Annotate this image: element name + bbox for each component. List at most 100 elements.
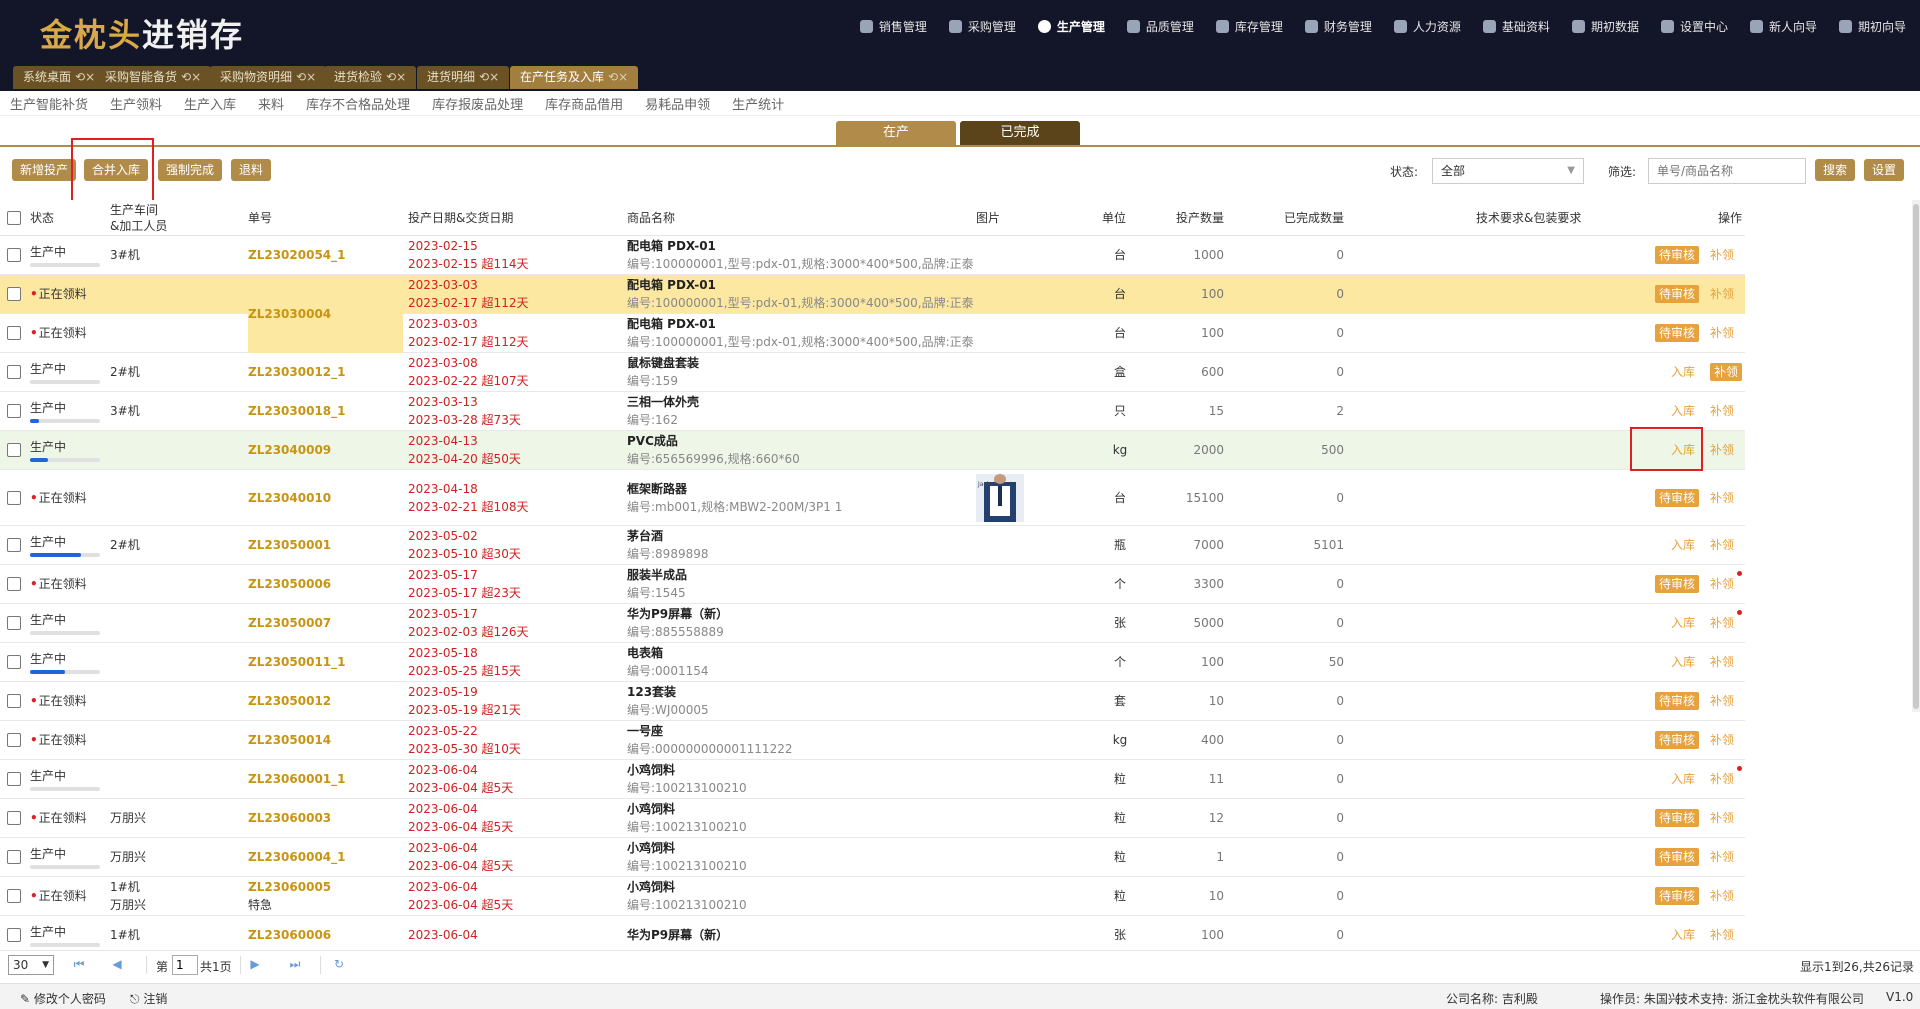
- first-page-icon[interactable]: ⏮: [72, 957, 86, 971]
- op-primary-button[interactable]: 入库: [1671, 926, 1695, 944]
- search-button[interactable]: 搜索: [1815, 159, 1856, 181]
- order-number-link[interactable]: ZL23050011_1: [248, 653, 346, 671]
- row-checkbox[interactable]: [7, 850, 21, 864]
- op-primary-button[interactable]: 待审核: [1655, 285, 1700, 303]
- search-input[interactable]: [1648, 158, 1806, 184]
- submenu-item-0[interactable]: 生产智能补货: [10, 94, 88, 113]
- order-number-link[interactable]: ZL23050014: [248, 731, 331, 749]
- op-primary-button[interactable]: 待审核: [1655, 575, 1700, 593]
- reissue-button[interactable]: 补领: [1710, 770, 1734, 788]
- page-number-input[interactable]: [172, 955, 198, 975]
- order-number-link[interactable]: ZL23060006: [248, 926, 331, 944]
- order-number-link[interactable]: ZL23060005: [248, 878, 331, 896]
- return-material-button[interactable]: 退料: [231, 159, 272, 181]
- reissue-button[interactable]: 补领: [1710, 285, 1734, 303]
- reissue-button[interactable]: 补领: [1710, 489, 1734, 507]
- op-primary-button[interactable]: 入库: [1671, 653, 1695, 671]
- op-primary-button[interactable]: 待审核: [1655, 488, 1700, 507]
- order-number-link[interactable]: ZL23050007: [248, 614, 331, 632]
- tab-2[interactable]: 采购物资明细 ⟲×: [210, 66, 327, 89]
- logout-link[interactable]: ⎋ 注销: [130, 990, 167, 1007]
- reissue-button[interactable]: 补领: [1710, 575, 1734, 593]
- submenu-item-6[interactable]: 库存商品借用: [545, 94, 623, 113]
- row-checkbox[interactable]: [7, 694, 21, 708]
- close-icon[interactable]: ⟲×: [479, 70, 499, 84]
- order-number-link[interactable]: ZL23030012_1: [248, 363, 346, 381]
- op-primary-button[interactable]: 待审核: [1655, 731, 1700, 749]
- next-page-icon[interactable]: ▶: [248, 957, 262, 971]
- topnav-item-7[interactable]: 基础资料: [1482, 18, 1550, 35]
- tab-1[interactable]: 采购智能备货 ⟲×: [95, 66, 212, 89]
- reissue-button[interactable]: 补领: [1710, 809, 1734, 827]
- order-number-link[interactable]: ZL23020054_1: [248, 246, 346, 264]
- op-primary-button[interactable]: 入库: [1671, 441, 1695, 459]
- op-primary-button[interactable]: 入库: [1671, 363, 1695, 381]
- order-number-link[interactable]: ZL23030004: [248, 305, 403, 323]
- order-number-link[interactable]: ZL23050006: [248, 575, 331, 593]
- prev-page-icon[interactable]: ◀: [110, 957, 124, 971]
- reissue-button[interactable]: 补领: [1710, 653, 1734, 671]
- page-size-select[interactable]: 30 ▼: [8, 955, 54, 975]
- reissue-button[interactable]: 补领: [1710, 887, 1734, 905]
- topnav-item-2[interactable]: 生产管理: [1037, 18, 1105, 35]
- reissue-button[interactable]: 补领: [1710, 692, 1734, 710]
- op-primary-button[interactable]: 入库: [1671, 402, 1695, 420]
- change-password-link[interactable]: ✎ 修改个人密码: [20, 990, 106, 1007]
- reissue-button[interactable]: 补领: [1710, 324, 1734, 342]
- topnav-item-5[interactable]: 财务管理: [1304, 18, 1372, 35]
- submenu-item-3[interactable]: 来料: [258, 94, 284, 113]
- topnav-item-6[interactable]: 人力资源: [1393, 18, 1461, 35]
- row-checkbox[interactable]: [7, 443, 21, 457]
- submenu-item-5[interactable]: 库存报废品处理: [432, 94, 523, 113]
- row-checkbox[interactable]: [7, 928, 21, 942]
- submenu-item-2[interactable]: 生产入库: [184, 94, 236, 113]
- order-number-link[interactable]: ZL23030018_1: [248, 402, 346, 420]
- op-primary-button[interactable]: 待审核: [1655, 246, 1700, 264]
- reissue-button[interactable]: 补领: [1710, 536, 1734, 554]
- reissue-button[interactable]: 补领: [1710, 731, 1734, 749]
- submenu-item-4[interactable]: 库存不合格品处理: [306, 94, 410, 113]
- reissue-button[interactable]: 补领: [1710, 246, 1734, 264]
- reissue-button[interactable]: 补领: [1710, 926, 1734, 944]
- row-checkbox[interactable]: [7, 811, 21, 825]
- tab-4[interactable]: 进货明细 ⟲×: [417, 66, 510, 89]
- op-primary-button[interactable]: 待审核: [1655, 692, 1700, 710]
- last-page-icon[interactable]: ⏭: [288, 957, 302, 971]
- scrollbar-thumb[interactable]: [1913, 204, 1919, 709]
- reissue-button[interactable]: 补领: [1710, 402, 1734, 420]
- op-primary-button[interactable]: 待审核: [1655, 809, 1700, 827]
- close-icon[interactable]: ⟲×: [386, 70, 406, 84]
- topnav-item-0[interactable]: 销售管理: [859, 18, 927, 35]
- refresh-icon[interactable]: ↻: [332, 957, 346, 971]
- tab-5[interactable]: 在产任务及入库 ⟲×: [510, 66, 639, 89]
- add-production-button[interactable]: 新增投产: [12, 159, 77, 181]
- order-number-link[interactable]: ZL23050001: [248, 536, 331, 554]
- submenu-item-1[interactable]: 生产领料: [110, 94, 162, 113]
- reissue-button[interactable]: 补领: [1710, 363, 1743, 381]
- close-icon[interactable]: ⟲×: [608, 70, 628, 84]
- row-checkbox[interactable]: [7, 889, 21, 903]
- topnav-item-3[interactable]: 品质管理: [1126, 18, 1194, 35]
- select-all-checkbox[interactable]: [7, 211, 21, 225]
- op-primary-button[interactable]: 入库: [1671, 614, 1695, 632]
- force-complete-button[interactable]: 强制完成: [158, 159, 223, 181]
- order-number-link[interactable]: ZL23060004_1: [248, 848, 346, 866]
- order-number-link[interactable]: ZL23060001_1: [248, 770, 346, 788]
- submenu-item-8[interactable]: 生产统计: [732, 94, 784, 113]
- topnav-item-1[interactable]: 采购管理: [948, 18, 1016, 35]
- status-select[interactable]: 全部 ▼: [1432, 158, 1584, 184]
- segment-completed[interactable]: 已完成: [960, 121, 1080, 145]
- settings-button[interactable]: 设置: [1864, 159, 1905, 181]
- product-thumbnail[interactable]: Jacket: [976, 473, 1024, 522]
- row-checkbox[interactable]: [7, 577, 21, 591]
- topnav-item-11[interactable]: 期初向导: [1838, 18, 1906, 35]
- row-checkbox[interactable]: [7, 248, 21, 262]
- topnav-item-9[interactable]: 设置中心: [1660, 18, 1728, 35]
- row-checkbox[interactable]: [7, 616, 21, 630]
- submenu-item-7[interactable]: 易耗品申领: [645, 94, 710, 113]
- row-checkbox[interactable]: [7, 287, 21, 301]
- order-number-link[interactable]: ZL23050012: [248, 692, 331, 710]
- op-primary-button[interactable]: 待审核: [1655, 848, 1700, 866]
- row-checkbox[interactable]: [7, 490, 21, 505]
- reissue-button[interactable]: 补领: [1710, 848, 1734, 866]
